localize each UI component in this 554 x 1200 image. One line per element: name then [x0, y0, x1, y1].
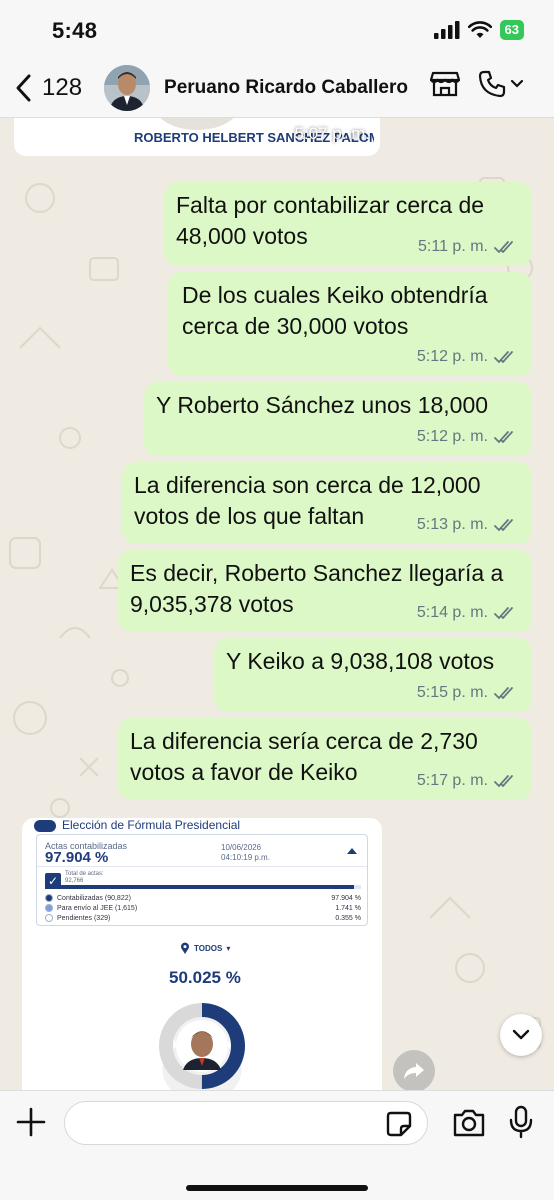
legend-value: 0.355 %: [335, 914, 361, 922]
message-meta: 5:15 p. m.: [417, 684, 518, 702]
unread-count: 128: [42, 73, 83, 101]
location-pin-icon: [181, 942, 189, 954]
message-time: 5:13 p. m.: [416, 516, 488, 533]
chevron-left-icon: [16, 74, 31, 101]
legend-dot: [45, 914, 53, 922]
phone-icon: [478, 70, 506, 98]
double-check-icon: [494, 775, 513, 788]
filter-label: TODOS: [194, 944, 223, 953]
legend-label: Para envío al JEE (1,615): [57, 904, 138, 912]
update-datetime: 10/06/2026 04:10:19 p.m.: [221, 843, 270, 863]
avatar-picture: [104, 64, 151, 111]
legend-value: 1.741 %: [335, 904, 361, 912]
message-bubble[interactable]: Falta por contabilizar cerca de 48,000 v…: [164, 182, 532, 266]
double-check-icon: [494, 687, 513, 700]
image-message-partial[interactable]: ROBERTO HELBERT SANCHEZ PALOMINO 5:07 p.…: [14, 118, 380, 156]
message-meta: 5:17 p. m.: [417, 772, 518, 790]
actas-percentage: 97.904 %: [45, 849, 109, 866]
message-text: Y Keiko a 9,038,108 votos: [226, 648, 495, 674]
message-text: Y Roberto Sánchez unos 18,000: [156, 392, 489, 418]
signal-icon: [433, 21, 460, 39]
forward-button[interactable]: [393, 1050, 435, 1090]
update-clock: 04:10:19 p.m.: [221, 853, 270, 862]
card-title: Elección de Fórmula Presidencial: [62, 818, 241, 832]
total-actas: Total de actas: 92,766: [65, 871, 104, 885]
legend-row: Pendientes (329) 0.355 %: [45, 913, 361, 923]
call-button[interactable]: [478, 70, 524, 98]
microphone-icon[interactable]: [508, 1105, 534, 1139]
candidate-donut: [159, 1003, 245, 1090]
image-time: 5:07 p. m.: [294, 124, 370, 143]
message-time: 5:11 p. m.: [418, 238, 488, 255]
message-meta: 5:14 p. m.: [417, 604, 518, 622]
message-bubble[interactable]: Y Keiko a 9,038,108 votos 5:15 p. m.: [214, 638, 532, 712]
legend-dot: [45, 904, 53, 912]
battery-indicator: 63: [499, 20, 524, 40]
plus-icon[interactable]: [14, 1105, 48, 1139]
onpe-logo: [34, 820, 56, 832]
double-check-icon: [494, 241, 513, 254]
panel-divider: [37, 866, 367, 867]
message-text: De los cuales Keiko obtendría cerca de 3…: [182, 282, 488, 339]
forward-icon: [404, 1063, 424, 1079]
message-bubble[interactable]: La diferencia son cerca de 12,000 votos …: [122, 462, 532, 544]
chevron-down-icon: [512, 1029, 530, 1040]
legend-dot: [45, 894, 53, 902]
store-icon[interactable]: [430, 70, 460, 98]
legend-label: Pendientes (329): [57, 914, 111, 922]
message-time: 5:12 p. m.: [416, 428, 488, 445]
double-check-icon: [494, 607, 513, 620]
message-meta: 5:11 p. m.: [418, 238, 518, 256]
home-indicator: [186, 1185, 368, 1191]
composer-bar: [0, 1090, 554, 1200]
image-message[interactable]: Elección de Fórmula Presidencial Actas c…: [22, 818, 382, 1090]
header-actions: [430, 70, 524, 98]
caret-down-icon: ▾: [226, 944, 231, 953]
total-value: 92,766: [65, 878, 84, 884]
double-check-icon: [494, 431, 513, 444]
sticker-icon[interactable]: [386, 1111, 412, 1137]
avatar[interactable]: [104, 64, 151, 111]
chat-area[interactable]: ROBERTO HELBERT SANCHEZ PALOMINO 5:07 p.…: [0, 118, 554, 1090]
scroll-to-bottom-button[interactable]: [500, 1014, 542, 1056]
message-bubble[interactable]: Es decir, Roberto Sanchez llegaría a 9,0…: [118, 550, 532, 632]
message-bubble[interactable]: La diferencia sería cerca de 2,730 votos…: [118, 718, 532, 800]
total-label: Total de actas:: [65, 871, 104, 877]
message-bubble[interactable]: De los cuales Keiko obtendría cerca de 3…: [168, 272, 532, 376]
wifi-icon: [467, 21, 492, 38]
progress-fill: [45, 885, 355, 889]
status-time: 5:48: [52, 18, 98, 43]
message-meta: 5:12 p. m.: [417, 348, 518, 366]
collapse-caret-icon: [347, 848, 357, 854]
chat-header: 128 Peruano Ricardo Caballero: [0, 58, 554, 118]
candidate-percentage: 50.025 %: [169, 968, 241, 987]
update-date: 10/06/2026: [221, 843, 262, 852]
camera-icon[interactable]: [452, 1108, 486, 1138]
legend-label: Contabilizadas (90,822): [57, 894, 131, 902]
message-input[interactable]: [64, 1101, 428, 1145]
filter-dropdown: TODOS ▾: [180, 942, 230, 955]
status-bar: 5:48 63: [0, 0, 554, 58]
legend-row: Para envío al JEE (1,615) 1.741 %: [45, 903, 361, 913]
message-time: 5:17 p. m.: [416, 772, 488, 789]
message-time: 5:15 p. m.: [416, 684, 488, 701]
legend-row: Contabilizadas (90,822) 97.904 %: [45, 893, 361, 903]
message-time: 5:12 p. m.: [416, 348, 488, 365]
double-check-icon: [494, 351, 513, 364]
message-time: 5:14 p. m.: [416, 604, 488, 621]
message-meta: 5:13 p. m.: [417, 516, 518, 534]
chevron-down-icon: [510, 79, 524, 88]
double-check-icon: [494, 519, 513, 532]
contact-name[interactable]: Peruano Ricardo Caballero: [164, 77, 408, 99]
legend-value: 97.904 %: [331, 894, 361, 902]
back-button[interactable]: 128: [14, 68, 82, 108]
message-meta: 5:12 p. m.: [417, 428, 518, 446]
status-icons: 63: [433, 20, 524, 40]
progress-bar: [45, 885, 361, 889]
message-bubble[interactable]: Y Roberto Sánchez unos 18,000 5:12 p. m.: [144, 382, 532, 456]
results-panel: Actas contabilizadas 97.904 % 10/06/2026…: [36, 834, 368, 926]
